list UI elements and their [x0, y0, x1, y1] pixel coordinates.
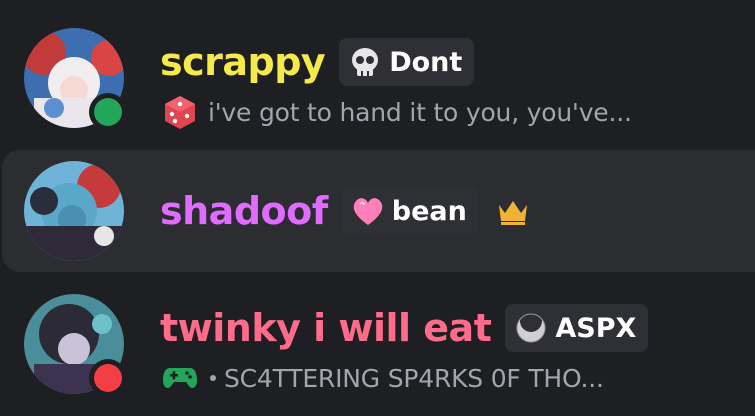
server-tag[interactable]: Dont: [339, 38, 475, 86]
server-tag-label: ASPX: [555, 312, 637, 344]
username[interactable]: twinky i will eat: [160, 300, 492, 356]
status-dnd-indicator: [89, 359, 127, 397]
avatar[interactable]: [24, 294, 127, 397]
member-item-twinky[interactable]: twinky i will eat ASPX SC4TTERING SP4RKS…: [0, 284, 755, 404]
crescent-moon-icon: [511, 308, 551, 348]
gamepad-icon: [160, 358, 200, 398]
member-list: scrappy Dont i've got to hand it to you,…: [0, 0, 755, 416]
separator-dot: [210, 375, 216, 381]
heart-icon: [348, 191, 388, 231]
server-tag-label: Dont: [389, 46, 463, 78]
member-item-scrappy[interactable]: scrappy Dont i've got to hand it to you,…: [0, 18, 755, 138]
server-tag[interactable]: bean: [341, 187, 479, 235]
status-online-indicator: [89, 93, 127, 131]
username[interactable]: shadoof: [160, 183, 328, 239]
avatar[interactable]: [24, 161, 124, 261]
skull-icon: [345, 42, 385, 82]
activity-text: i've got to hand it to you, you've...: [208, 97, 632, 127]
avatar[interactable]: [24, 28, 127, 131]
member-item-shadoof[interactable]: shadoof bean: [0, 150, 755, 272]
crown-icon: [495, 193, 531, 229]
username[interactable]: scrappy: [160, 34, 326, 90]
server-tag-label: bean: [391, 195, 467, 227]
activity-status: i've got to hand it to you, you've...: [160, 92, 632, 132]
activity-text: SC4TTERING SP4RKS 0F THO...: [224, 363, 604, 393]
avatar-image: [24, 161, 124, 261]
server-tag[interactable]: ASPX: [505, 304, 649, 352]
dice-icon: [160, 92, 200, 132]
activity-status: SC4TTERING SP4RKS 0F THO...: [160, 358, 604, 398]
